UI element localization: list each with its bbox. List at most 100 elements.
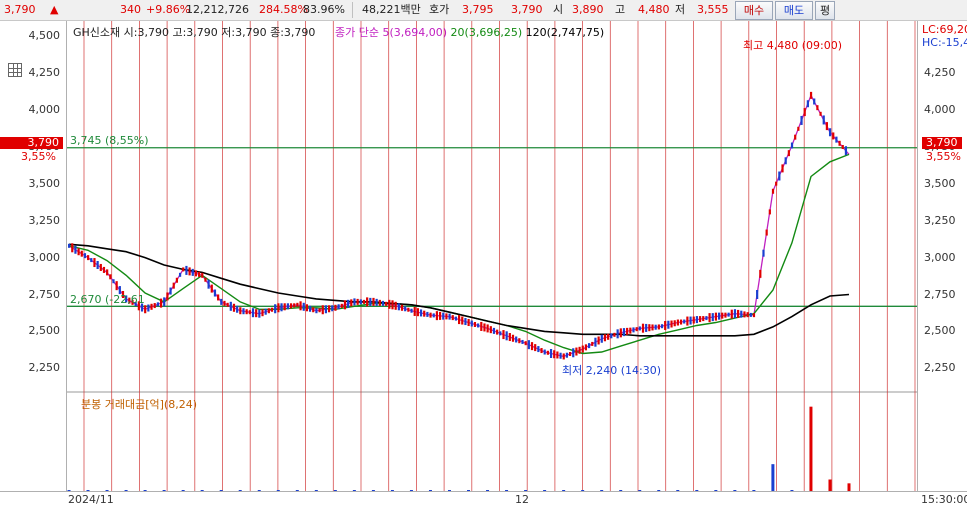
candle-bar: [99, 263, 102, 271]
candle-bar: [502, 330, 505, 340]
candle-bar: [724, 312, 727, 318]
candle-bar: [432, 313, 435, 318]
right-tick-label: 2,250: [924, 361, 956, 375]
grid-settings-icon[interactable]: [8, 63, 22, 77]
candle-bar: [686, 316, 689, 326]
candle-bar: [185, 265, 188, 275]
candle-bar: [289, 303, 293, 309]
candle-bar: [331, 305, 334, 312]
high-label: 고: [615, 3, 626, 16]
candle-bar: [794, 134, 797, 140]
candle-bar: [347, 299, 350, 308]
candle-bar: [616, 329, 619, 339]
candle-bar: [236, 305, 239, 313]
volume-bar: [847, 483, 851, 491]
candle-bar: [226, 302, 229, 307]
candle-bar: [613, 332, 616, 337]
candle-bar: [676, 319, 679, 326]
candle-bar: [800, 115, 803, 125]
candle-bar: [204, 277, 207, 282]
candle-bar: [232, 303, 236, 312]
candle-bar: [664, 320, 667, 330]
candle-bar: [397, 303, 400, 311]
candle-bar: [667, 320, 670, 329]
candle-bar: [746, 312, 749, 318]
candle-bar: [93, 258, 96, 268]
candle-bar: [115, 281, 118, 291]
candle-bar: [277, 303, 280, 313]
candle-bar: [102, 266, 106, 273]
current-pct-left: 3,55%: [21, 150, 56, 163]
candle-bar: [641, 323, 645, 333]
up-triangle-icon: ▲: [50, 3, 59, 16]
candle-bar: [527, 340, 530, 350]
candle-bar: [600, 334, 603, 343]
candle-bar: [407, 307, 410, 312]
time-end: 15:30:00: [921, 493, 967, 506]
candle-bar: [334, 304, 337, 311]
candle-bar: [429, 312, 432, 318]
candle-bar: [445, 313, 448, 320]
candle-bar: [553, 350, 556, 359]
candle-bar: [806, 100, 809, 108]
candle-bar: [321, 305, 324, 315]
candle-bar: [404, 306, 407, 312]
candle-bar: [784, 157, 787, 165]
candle-bar: [683, 319, 686, 324]
candle-bar: [813, 98, 816, 105]
candle-bar: [568, 351, 572, 356]
candle-bar: [835, 136, 838, 143]
candle-bar: [315, 308, 318, 314]
current-pct-right: 3,55%: [926, 150, 961, 163]
evaluate-button[interactable]: 평: [815, 1, 835, 20]
candle-bar: [350, 299, 353, 307]
candle-bar: [340, 303, 343, 308]
candle-bar: [71, 243, 74, 253]
trade-strength: 83.96%: [303, 3, 345, 16]
candle-bar: [711, 313, 714, 322]
candle-bar: [318, 308, 321, 313]
buy-button[interactable]: 매수: [735, 1, 773, 20]
hc-value: HC:-15,4: [922, 36, 967, 49]
chart-plot[interactable]: GH신소재 시:3,790 고:3,790 저:3,790 종:3,790 종가…: [67, 21, 917, 491]
candle-bar: [201, 272, 204, 278]
candle-bar: [302, 302, 305, 311]
candle-bar: [718, 312, 721, 320]
candle-bar: [239, 307, 242, 315]
candle-bar: [343, 300, 347, 310]
candle-bar: [692, 316, 695, 324]
candle-bar: [629, 327, 632, 334]
quote-bar: 3,790 ▲ 340 +9.86% 12,212,726 284.58% 83…: [0, 0, 967, 21]
candle-bar: [229, 301, 232, 311]
candle-bar: [296, 302, 299, 307]
candle-bar: [68, 243, 71, 248]
price-axis-right: LC:69,20 HC:-15,4 4,2504,0003,7503,5003,…: [917, 21, 967, 491]
left-tick-label: 3,500: [28, 176, 61, 190]
candle-bar: [191, 268, 194, 276]
candle-bar: [537, 346, 540, 353]
left-tick-label: 4,000: [28, 103, 61, 117]
candle-bar: [626, 327, 629, 335]
candle-bar: [632, 327, 635, 333]
ask-price: 3,795: [462, 3, 494, 16]
right-tick-label: 2,500: [924, 324, 956, 338]
candle-bar: [651, 324, 654, 331]
candle-bar: [470, 320, 473, 327]
candle-bar: [473, 321, 477, 327]
candle-bar: [381, 300, 385, 306]
price-chart: [67, 21, 917, 491]
candle-bar: [708, 313, 711, 323]
candle-bar: [369, 297, 372, 306]
candle-bar: [511, 334, 515, 342]
candle-bar: [217, 294, 220, 301]
candle-bar: [645, 323, 648, 332]
candle-bar: [559, 352, 562, 359]
candle-bar: [790, 142, 794, 149]
candle-bar: [423, 310, 426, 317]
candle-bar: [749, 312, 752, 317]
candle-bar: [730, 309, 733, 319]
sell-button[interactable]: 매도: [775, 1, 813, 20]
candle-bar: [188, 267, 191, 276]
upper-line-label: 3,745 (8,55%): [70, 134, 149, 147]
candle-bar: [293, 303, 296, 308]
